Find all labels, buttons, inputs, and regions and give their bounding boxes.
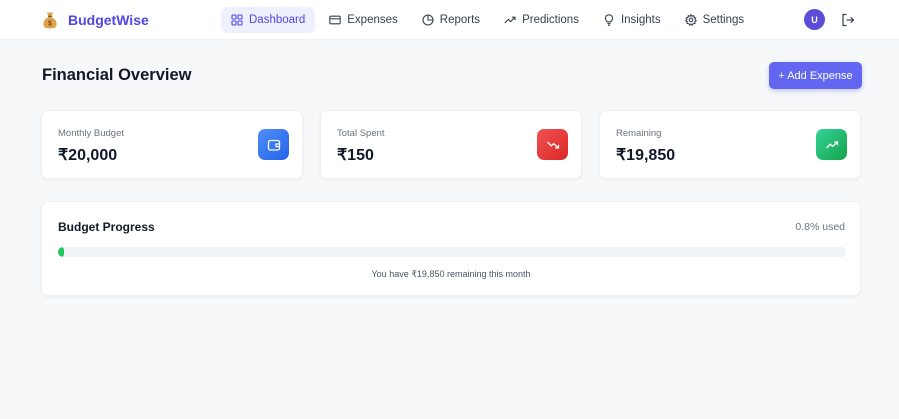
money-bag-icon: $ — [43, 12, 57, 29]
stat-value: ₹19,850 — [616, 147, 676, 164]
wallet-icon — [267, 139, 280, 151]
stat-icon-badge — [816, 129, 847, 160]
nav-item-predictions[interactable]: Predictions — [494, 7, 589, 33]
trending-up-icon — [504, 16, 516, 24]
trending-down-icon — [546, 141, 559, 149]
brand[interactable]: $ BudgetWise — [42, 10, 149, 30]
progress-fill — [58, 247, 65, 257]
logout-icon[interactable] — [841, 13, 855, 27]
svg-text:$: $ — [48, 21, 52, 28]
nav-item-settings[interactable]: Settings — [675, 7, 755, 33]
stat-card-monthly-budget: Monthly Budget ₹20,000 — [41, 110, 303, 179]
stat-label: Remaining — [616, 128, 662, 139]
stat-card-total-spent: Total Spent ₹150 — [320, 110, 582, 179]
progress-title: Budget Progress — [58, 220, 155, 234]
nav-item-label: Settings — [702, 14, 745, 26]
nav-item-dashboard[interactable]: Dashboard — [221, 7, 316, 33]
stat-label: Total Spent — [337, 128, 385, 139]
grid-icon — [231, 14, 243, 26]
app-name: BudgetWise — [68, 12, 149, 28]
progress-note: You have ₹19,850 remaining this month — [371, 269, 531, 279]
stat-icon-badge — [537, 129, 568, 160]
progress-used-label: 0.8% used — [795, 221, 845, 233]
stat-label: Monthly Budget — [58, 128, 125, 139]
nav-item-reports[interactable]: Reports — [412, 7, 490, 33]
nav-item-label: Expenses — [347, 14, 398, 26]
nav-item-label: Predictions — [522, 14, 579, 26]
main-nav: Dashboard Expenses Reports Predictions I… — [221, 7, 754, 33]
stat-card-remaining: Remaining ₹19,850 — [599, 110, 861, 179]
budget-progress-card: Budget Progress 0.8% used You have ₹19,8… — [41, 201, 861, 296]
pie-chart-icon — [422, 14, 434, 26]
nav-item-insights[interactable]: Insights — [593, 7, 671, 33]
gear-icon — [684, 14, 697, 26]
progress-track — [58, 247, 846, 257]
trending-up-icon — [825, 140, 838, 148]
add-expense-button[interactable]: + Add Expense — [769, 62, 862, 89]
page-title: Financial Overview — [42, 66, 192, 84]
lightbulb-icon — [604, 14, 614, 26]
credit-card-icon — [329, 15, 342, 25]
stat-value: ₹20,000 — [58, 147, 118, 164]
nav-item-label: Dashboard — [249, 14, 306, 26]
nav-item-expenses[interactable]: Expenses — [319, 7, 408, 33]
top-navbar: $ BudgetWise Dashboard Expenses Reports — [0, 0, 899, 40]
stat-value: ₹150 — [337, 147, 374, 164]
nav-item-label: Insights — [620, 14, 661, 26]
stat-icon-badge — [258, 129, 289, 160]
user-avatar[interactable]: U — [804, 9, 825, 30]
nav-item-label: Reports — [439, 14, 481, 26]
